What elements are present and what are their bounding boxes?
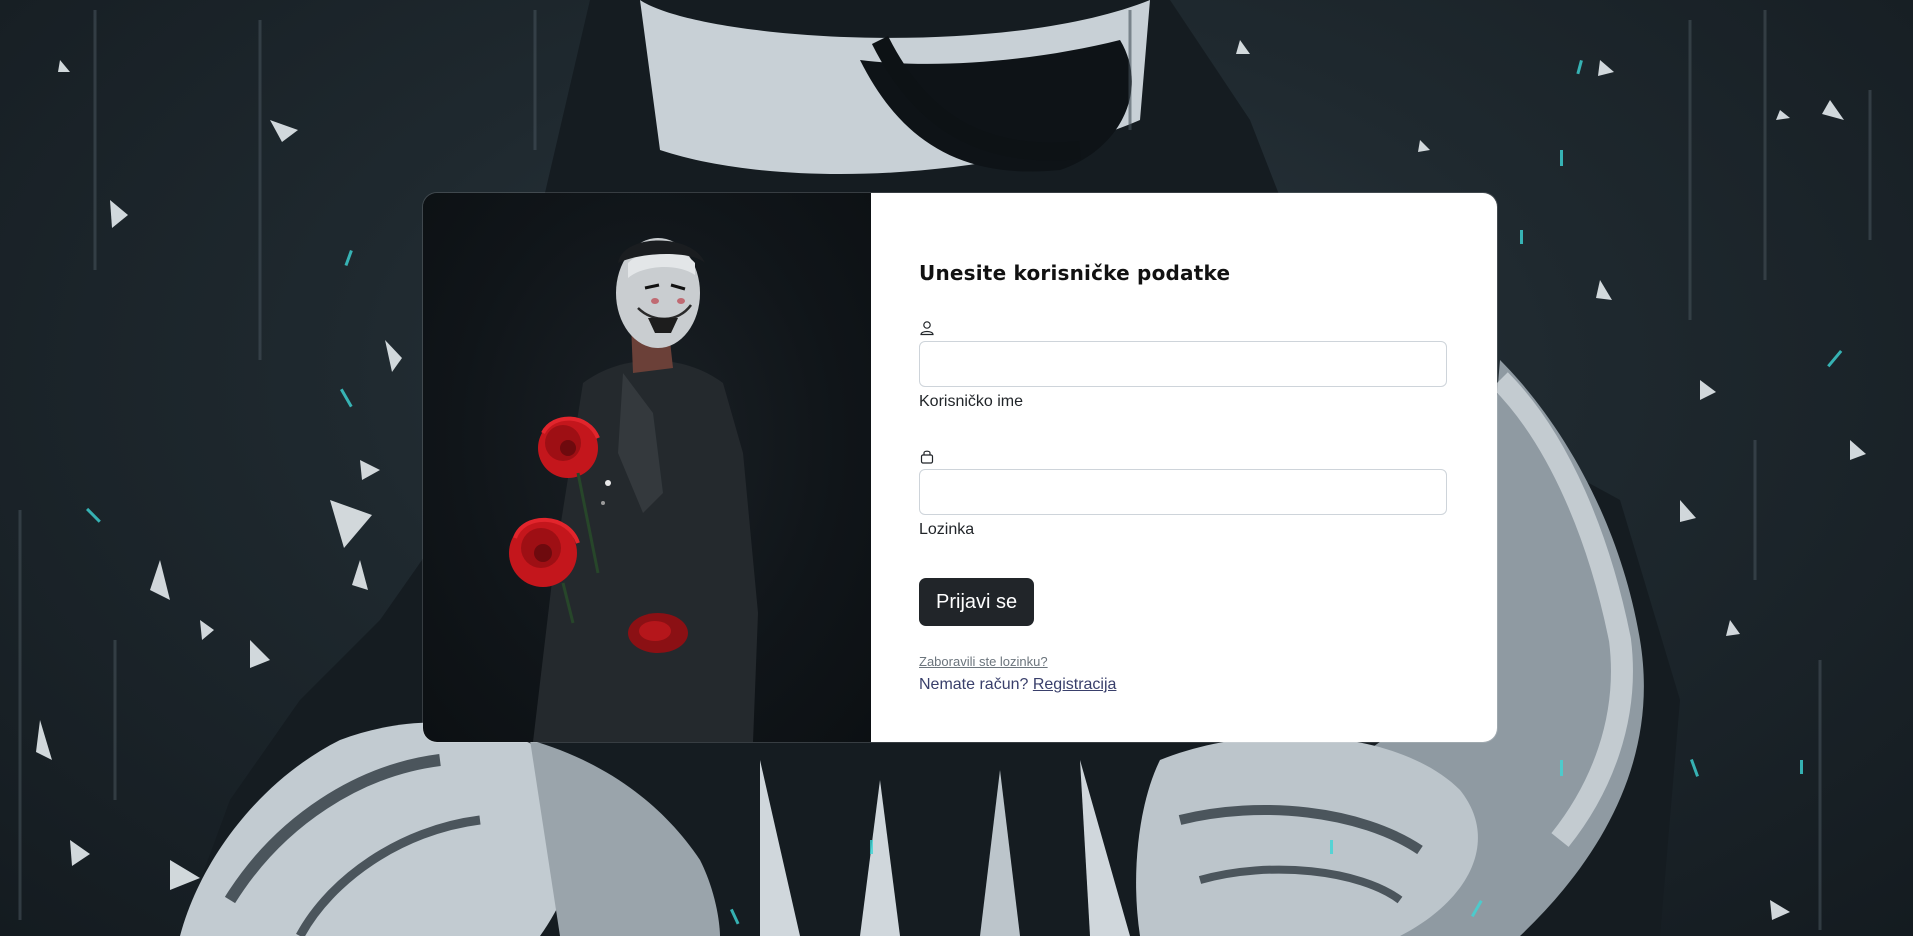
password-input[interactable] [919,469,1447,515]
login-button[interactable]: Prijavi se [919,578,1035,626]
person-icon [920,321,934,336]
masked-figure-photo [509,238,758,742]
anonymous-rose-image [423,193,871,742]
no-account-text: Nemate račun? [919,676,1029,693]
password-label: Lozinka [919,521,975,538]
register-link[interactable]: Registracija [1033,676,1117,693]
rose-icon [538,416,600,478]
login-form: Unesite korisničke podatke Korisničko im… [871,193,1497,742]
form-title: Unesite korisničke podatke [919,261,1231,285]
register-prompt: Nemate račun? Registracija [919,676,1116,694]
login-card: Unesite korisničke podatke Korisničko im… [423,193,1497,742]
username-label: Korisničko ime [919,393,1024,410]
username-input[interactable] [919,341,1447,387]
lock-icon [920,450,934,464]
forgot-password-link[interactable]: Zaboravili ste lozinku? [919,654,1048,669]
